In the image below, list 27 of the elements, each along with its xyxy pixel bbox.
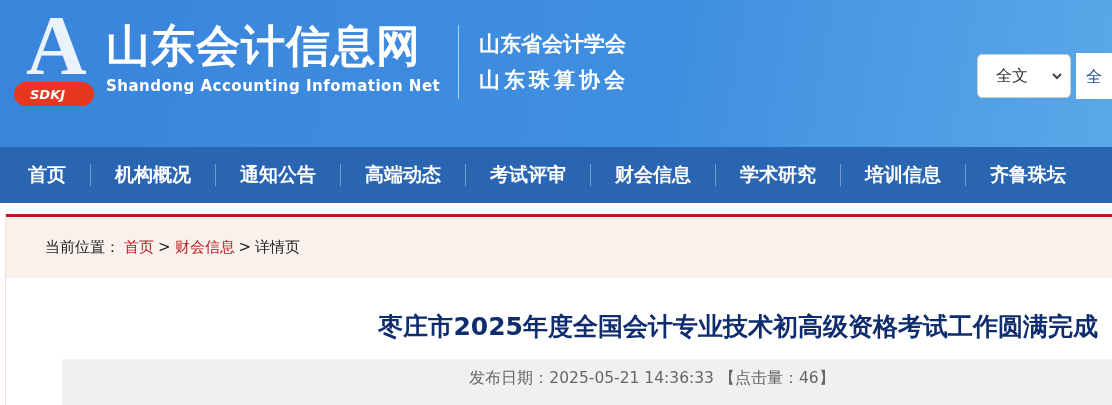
nav-link[interactable]: 齐鲁珠坛: [990, 162, 1066, 188]
nav-link[interactable]: 机构概况: [115, 162, 191, 188]
nav-link[interactable]: 培训信息: [865, 162, 941, 188]
breadcrumb-current: 详情页: [255, 237, 301, 257]
search-scope-dropdown[interactable]: 全文: [977, 54, 1071, 98]
nav-link[interactable]: 考试评审: [490, 162, 566, 188]
search-field[interactable]: 全: [1076, 53, 1112, 99]
breadcrumb-separator: >: [238, 238, 252, 256]
breadcrumb-label: 当前位置：: [45, 237, 120, 257]
logo-badge-icon: [14, 82, 94, 106]
nav-link[interactable]: 通知公告: [240, 162, 316, 188]
breadcrumb-separator: >: [158, 238, 171, 256]
nav-link[interactable]: 学术研究: [740, 162, 816, 188]
nav-link[interactable]: 首页: [28, 162, 66, 188]
nav-link[interactable]: 高端动态: [365, 162, 441, 188]
chevron-down-icon: [1052, 72, 1062, 80]
logo-letter: A: [26, 12, 87, 80]
site-subtitle: Shandong Accounting Infomation Net: [106, 76, 441, 96]
article-meta: 发布日期：2025-05-21 14:36:33 【点击量：46】: [469, 368, 835, 389]
partner-name: 山东省会计学会: [479, 31, 628, 58]
breadcrumb-link[interactable]: 首页: [124, 237, 154, 257]
site-title: 山东会计信息网: [106, 20, 422, 72]
nav-link[interactable]: 财会信息: [615, 162, 691, 188]
logo-badge-text: SDKJ: [30, 88, 66, 101]
article-title: 枣庄市2025年度全国会计专业技术初高级资格考试工作圆满完成: [377, 311, 1099, 343]
breadcrumb-link[interactable]: 财会信息: [174, 237, 235, 257]
partner-name: 山东珠算协会: [479, 67, 630, 94]
